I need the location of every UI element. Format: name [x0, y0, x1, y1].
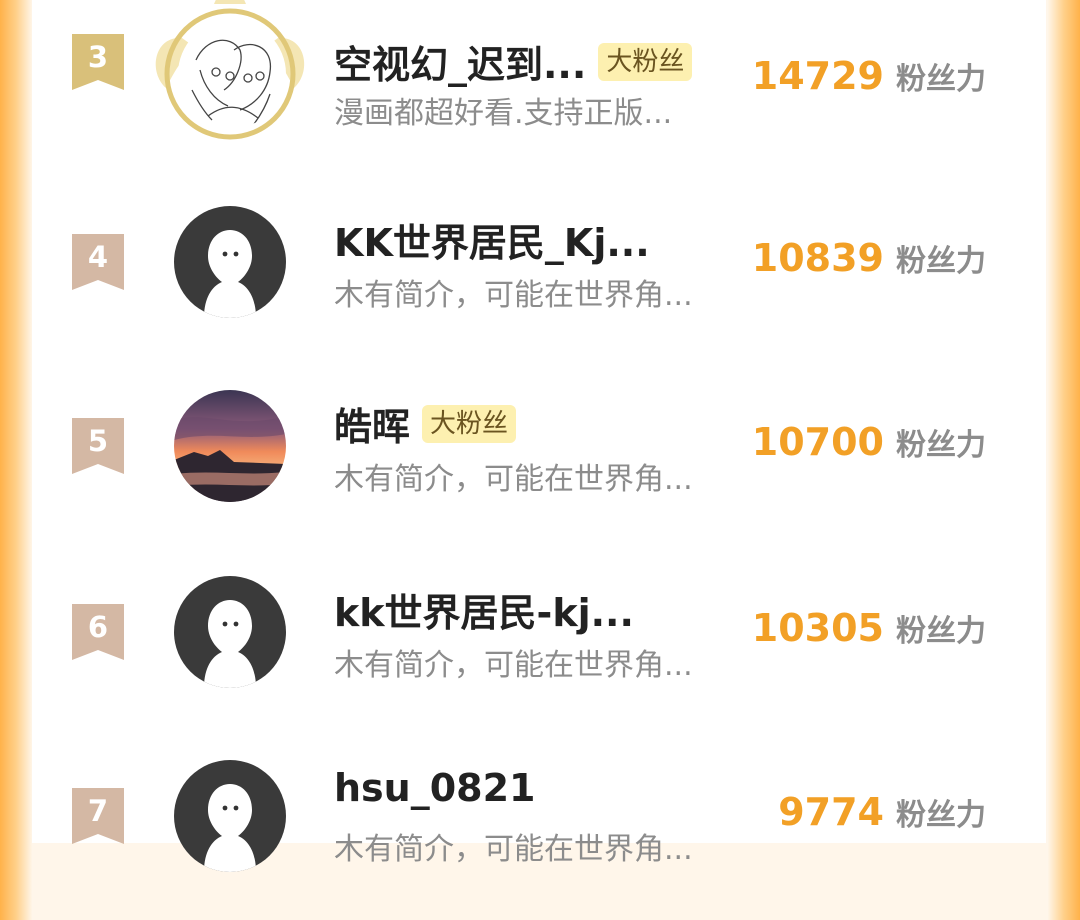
rank-badge: 3: [72, 34, 124, 90]
fan-score-value: 14729: [751, 54, 884, 98]
user-bio: 木有简介，可能在世界角...: [334, 278, 693, 313]
fan-score-unit: 粉丝力: [896, 428, 986, 463]
ranking-panel: 3 空视幻_迟到... 大粉丝 漫画都超好看.支持正版... 14729 粉丝力…: [32, 0, 1046, 872]
user-name-text: hsu_0821: [334, 766, 536, 810]
fan-score: 9774 粉丝力: [778, 790, 986, 834]
fan-score: 10700 粉丝力: [752, 420, 986, 464]
avatar-sunset[interactable]: [174, 390, 286, 502]
rank-badge: 5: [72, 418, 124, 474]
avatar-default[interactable]: [174, 760, 286, 872]
rank-badge: 6: [72, 604, 124, 660]
rank-number: 3: [87, 40, 109, 74]
rank-number: 5: [87, 424, 109, 458]
rank-row-6[interactable]: 6 kk世界居民-kj... 木有简介，可能在世界角... 10305 粉丝力: [32, 552, 1046, 736]
rank-row-3[interactable]: 3 空视幻_迟到... 大粉丝 漫画都超好看.支持正版... 14729 粉丝力: [32, 0, 1046, 166]
user-name[interactable]: 空视幻_迟到... 大粉丝: [334, 34, 693, 89]
avatar-default[interactable]: [174, 206, 286, 318]
user-name[interactable]: KK世界居民_Kj...: [334, 212, 650, 267]
rank-row-7[interactable]: 7 hsu_0821 木有简介，可能在世界角... 9774 粉丝力: [32, 736, 1046, 920]
fan-score-value: 10305: [751, 606, 884, 650]
fan-score-unit: 粉丝力: [896, 62, 986, 97]
rank-row-4[interactable]: 4 KK世界居民_Kj... 木有简介，可能在世界角... 10839 粉丝力: [32, 182, 1046, 366]
fan-tag: 大粉丝: [598, 42, 693, 81]
avatar-default[interactable]: [174, 576, 286, 688]
fan-score-unit: 粉丝力: [896, 798, 986, 833]
user-name-text: 空视幻_迟到...: [334, 43, 587, 87]
fan-tag: 大粉丝: [422, 404, 517, 443]
fan-score-unit: 粉丝力: [896, 244, 986, 279]
rank-number: 4: [87, 240, 109, 274]
rank-row-5[interactable]: 5 皓晖 大粉丝 木有简介，可能在世界角... 10700 粉丝力: [32, 366, 1046, 550]
user-bio: 木有简介，可能在世界角...: [334, 832, 693, 867]
fan-score-value: 10839: [751, 236, 884, 280]
rank-number: 7: [87, 794, 109, 828]
rank-badge: 4: [72, 234, 124, 290]
fan-score: 14729 粉丝力: [752, 54, 986, 98]
user-bio: 木有简介，可能在世界角...: [334, 648, 693, 683]
user-bio: 漫画都超好看.支持正版...: [334, 96, 673, 131]
user-name-text: KK世界居民_Kj...: [334, 221, 650, 265]
fan-score-value: 10700: [751, 420, 884, 464]
user-name-text: kk世界居民-kj...: [334, 591, 634, 635]
fan-score: 10839 粉丝力: [752, 236, 986, 280]
fan-score-value: 9774: [778, 790, 884, 834]
rank-number: 6: [87, 610, 109, 644]
user-name[interactable]: 皓晖 大粉丝: [334, 396, 517, 451]
fan-score: 10305 粉丝力: [752, 606, 986, 650]
user-name[interactable]: kk世界居民-kj...: [334, 582, 634, 637]
user-name[interactable]: hsu_0821: [334, 766, 536, 810]
user-bio: 木有简介，可能在世界角...: [334, 462, 693, 497]
avatar-anime[interactable]: [178, 20, 286, 128]
user-name-text: 皓晖: [334, 405, 411, 449]
rank-badge: 7: [72, 788, 124, 844]
fan-score-unit: 粉丝力: [896, 614, 986, 649]
